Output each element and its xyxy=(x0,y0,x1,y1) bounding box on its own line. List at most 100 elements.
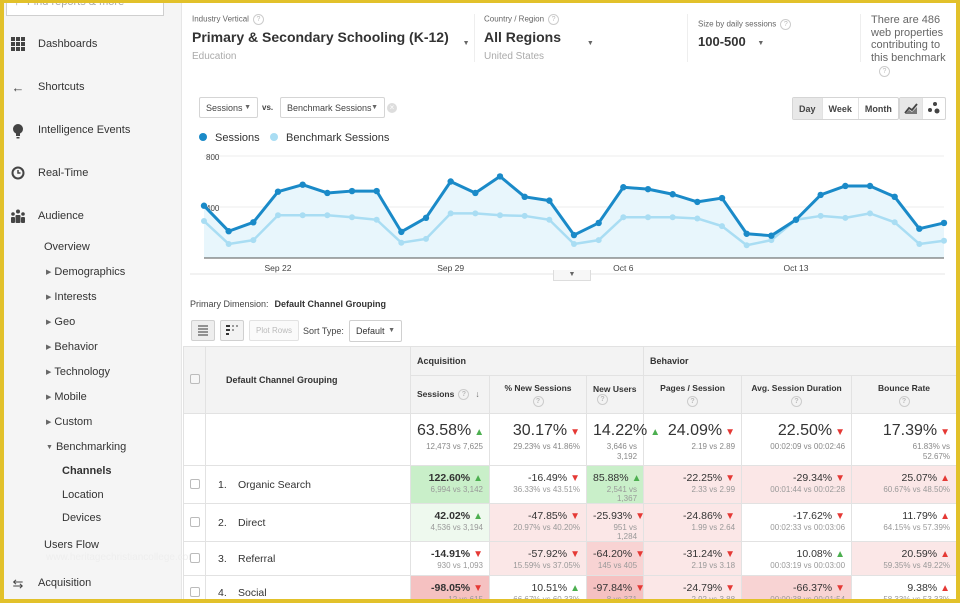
country-region-selector[interactable]: Country / Region? All Regions ▼ United S… xyxy=(484,14,594,62)
metric-comparison: 00:01:44 vs 00:02:28 xyxy=(770,485,846,494)
table-view-button[interactable] xyxy=(191,320,215,341)
search-input[interactable]: ⚲ Find reports & more xyxy=(6,0,164,16)
help-icon[interactable]: ? xyxy=(252,14,264,25)
expand-triangle-icon: ▶ xyxy=(46,319,52,326)
benchmark-point xyxy=(719,223,725,230)
primary-dimension-label: Primary Dimension: xyxy=(190,299,269,309)
sidebar-item-location[interactable]: Location xyxy=(62,489,104,501)
legend-label: Sessions xyxy=(215,132,260,144)
sidebar-item-intelligence-events[interactable]: Intelligence Events xyxy=(0,120,182,142)
help-icon[interactable]: ? xyxy=(879,66,890,77)
sidebar-item-interests[interactable]: ▶ Interests xyxy=(46,291,97,303)
help-icon[interactable]: ? xyxy=(458,389,470,401)
plot-rows-button[interactable]: Plot Rows xyxy=(249,320,299,341)
metric-percent: -24.86% ▼ xyxy=(683,510,736,522)
legend-item-benchmark[interactable]: Benchmark Sessions xyxy=(270,132,389,144)
legend-item-sessions[interactable]: Sessions xyxy=(199,132,260,144)
arrow-down-icon: ▼ xyxy=(473,549,483,560)
channel-name-link[interactable]: Organic Search xyxy=(238,479,311,491)
channel-name-link[interactable]: Direct xyxy=(238,517,265,529)
comparison-view-button[interactable] xyxy=(220,320,244,341)
row-checkbox[interactable] xyxy=(189,478,200,489)
sidebar-item-devices[interactable]: Devices xyxy=(62,512,101,524)
col-header-avg-duration[interactable]: Avg. Session Duration? xyxy=(741,375,853,414)
period-day[interactable]: Day xyxy=(793,98,823,119)
compare-metric-select[interactable]: Benchmark Sessions ▼ xyxy=(280,97,385,118)
sidebar-item-benchmarking[interactable]: ▼ Benchmarking xyxy=(46,441,126,453)
metric-cell: 42.02% ▲ 4,536 vs 3,194 xyxy=(410,503,490,542)
sidebar-item-users-flow[interactable]: Users Flow xyxy=(44,539,99,551)
help-icon[interactable]: ? xyxy=(780,19,792,30)
sidebar-item-real-time[interactable]: Real-Time xyxy=(0,163,182,185)
sessions-point xyxy=(768,232,775,239)
channel-name-link[interactable]: Social xyxy=(238,587,267,599)
sidebar-sub-label: Demographics xyxy=(54,266,126,278)
metric-cell: 122.60% ▲ 6,994 vs 3,142 xyxy=(410,465,490,504)
help-icon[interactable]: ? xyxy=(791,395,803,407)
sidebar-item-geo[interactable]: ▶ Geo xyxy=(46,316,75,328)
primary-dimension: Primary Dimension: Default Channel Groupi… xyxy=(190,299,386,309)
col-header-bounce-rate[interactable]: Bounce Rate? xyxy=(851,375,958,414)
arrow-down-icon: ▼ xyxy=(835,511,846,522)
remove-compare-icon[interactable]: × xyxy=(387,103,397,113)
col-header-sessions[interactable]: Sessions? ↓ xyxy=(410,375,490,414)
table-row[interactable]: 2. Direct 42.02% ▲ 4,536 vs 3,194 -47.85% ▼ 20.… xyxy=(183,503,958,542)
sidebar-item-acquisition[interactable]: ⇆ Acquisition xyxy=(0,573,182,595)
help-icon[interactable]: ? xyxy=(548,14,560,25)
dimension-header[interactable]: Default Channel Grouping xyxy=(205,346,411,414)
metric-percent: -98.05% ▼ xyxy=(430,582,483,594)
help-icon[interactable]: ? xyxy=(898,395,910,407)
size-selector[interactable]: Size by daily sessions? 100-500 ▼ xyxy=(698,19,792,49)
help-icon[interactable]: ? xyxy=(597,394,608,406)
sidebar-item-dashboards[interactable]: Dashboards xyxy=(0,34,182,56)
col-header-pages-session[interactable]: Pages / Session? xyxy=(643,375,743,414)
sessions-point xyxy=(891,193,898,200)
arrow-up-icon: ▲ xyxy=(473,511,483,522)
benchmark-point xyxy=(694,215,701,222)
row-checkbox[interactable] xyxy=(189,552,200,563)
chart-collapse-handle[interactable]: ▼ xyxy=(553,270,591,281)
line-chart-icon[interactable] xyxy=(900,98,923,119)
metric-select[interactable]: Sessions ▼ xyxy=(199,97,258,118)
sort-type-select[interactable]: Default ▼ xyxy=(349,320,402,342)
sidebar-item-mobile[interactable]: ▶ Mobile xyxy=(46,391,87,403)
help-icon[interactable]: ? xyxy=(687,395,699,407)
row-checkbox[interactable] xyxy=(189,586,200,597)
col-header-new-users[interactable]: New Users? xyxy=(585,375,645,414)
sidebar-item-label: Intelligence Events xyxy=(38,124,131,136)
sidebar-item-overview[interactable]: Overview xyxy=(44,241,90,253)
sessions-point xyxy=(348,187,356,195)
table-row[interactable]: 4. Social -98.05% ▼ 12 vs 615 10.51% ▲ 66.67% v… xyxy=(183,575,958,603)
sidebar-item-custom[interactable]: ▶ Custom xyxy=(46,416,92,428)
chevron-down-icon: ▼ xyxy=(757,40,765,47)
benchmark-point xyxy=(941,237,947,244)
sidebar-item-technology[interactable]: ▶ Technology xyxy=(46,366,110,378)
select-all-checkbox[interactable] xyxy=(190,374,200,384)
row-checkbox[interactable] xyxy=(189,516,200,527)
table-row[interactable]: 3. Referral -14.91% ▼ 930 vs 1,093 -57.92% ▼ 15… xyxy=(183,541,958,576)
channel-name-link[interactable]: Referral xyxy=(238,553,275,565)
metric-comparison: 951 vs 1,284 xyxy=(613,523,638,541)
period-week[interactable]: Week xyxy=(823,98,859,119)
sidebar-item-demographics[interactable]: ▶ Demographics xyxy=(46,266,125,278)
sidebar-item-audience[interactable]: Audience xyxy=(0,206,182,228)
metric-cell: 11.79% ▲ 64.15% vs 57.39% xyxy=(851,503,958,542)
industry-vertical-selector[interactable]: Industry Vertical? Primary & Secondary S… xyxy=(192,14,470,62)
expand-triangle-icon: ▶ xyxy=(46,369,52,376)
arrow-down-icon: ▼ xyxy=(725,511,736,522)
sidebar-item-channels[interactable]: Channels xyxy=(62,465,112,477)
table-row[interactable]: 1. Organic Search 122.60% ▲ 6,994 vs 3,142 -1… xyxy=(183,465,958,504)
col-header-new-sessions[interactable]: % New Sessions? xyxy=(489,375,587,414)
x-tick-label: Sep 29 xyxy=(437,263,464,273)
motion-chart-icon[interactable] xyxy=(923,98,945,119)
period-month[interactable]: Month xyxy=(859,98,898,119)
sessions-point xyxy=(620,184,627,191)
arrow-down-icon: ▼ xyxy=(725,549,736,560)
row-checkbox-cell xyxy=(183,503,206,542)
help-icon[interactable]: ? xyxy=(532,395,544,407)
sidebar-item-shortcuts[interactable]: ← Shortcuts xyxy=(0,77,182,99)
sidebar-item-behavior[interactable]: ▶ Behavior xyxy=(46,341,98,353)
primary-dimension-value[interactable]: Default Channel Grouping xyxy=(275,299,387,309)
expand-triangle-icon: ▶ xyxy=(46,419,52,426)
arrow-down-icon: ▼ xyxy=(725,427,736,438)
